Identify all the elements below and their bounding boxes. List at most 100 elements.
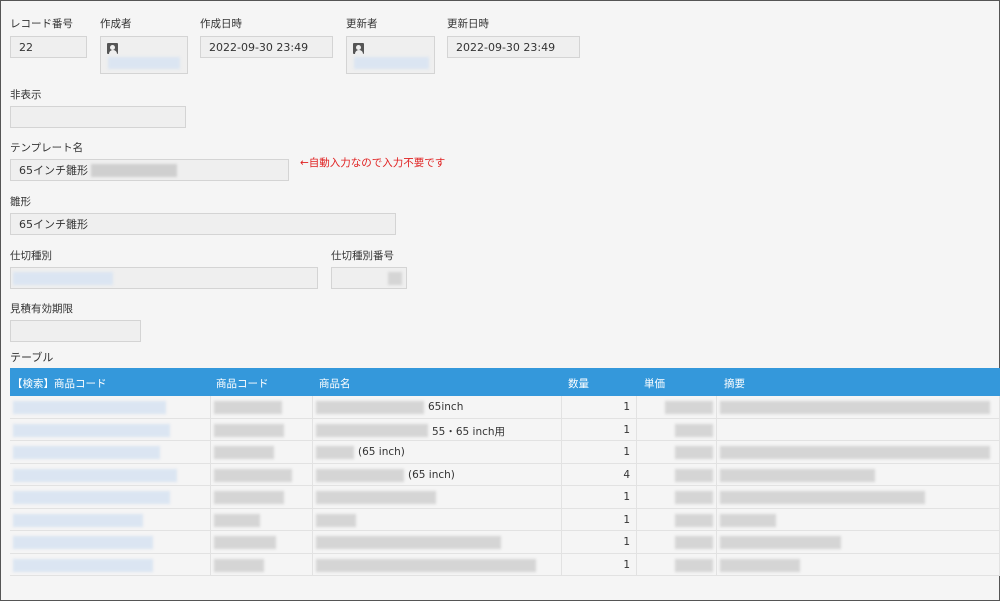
user-icon xyxy=(353,43,364,54)
updated-at-field: 2022-09-30 23:49 xyxy=(447,36,580,58)
created-at-label: 作成日時 xyxy=(200,18,242,30)
header-search-code: 【検索】商品コード xyxy=(12,378,107,390)
product-name-redacted xyxy=(316,446,354,459)
product-name-redacted xyxy=(316,513,356,527)
unit-price-redacted xyxy=(675,423,713,437)
product-name-text: 65inch xyxy=(428,401,464,413)
quantity-value: 1 xyxy=(623,491,630,503)
header-unit-price: 単価 xyxy=(644,378,665,390)
unit-price-redacted xyxy=(675,446,713,459)
updater-name-redacted[interactable] xyxy=(354,57,429,69)
header-quantity: 数量 xyxy=(568,378,589,390)
table-row: 55・65 inch用 1 xyxy=(10,418,1000,441)
unit-price-redacted xyxy=(675,491,713,504)
table-cell xyxy=(717,418,1000,441)
hinagata-field: 65インチ雛形 xyxy=(10,213,396,235)
search-code-redacted[interactable] xyxy=(13,446,160,459)
table-row: (65 inch) 4 xyxy=(10,463,1000,486)
product-code-redacted xyxy=(214,558,264,572)
shikiri-number-redacted xyxy=(388,272,402,285)
table-row: 1 xyxy=(10,486,1000,509)
template-name-label: テンプレート名 xyxy=(10,142,84,154)
search-code-redacted[interactable] xyxy=(13,513,143,527)
expiry-field xyxy=(10,320,141,342)
summary-redacted xyxy=(720,536,841,549)
table-row: 65inch 1 xyxy=(10,396,1000,419)
header-summary: 摘要 xyxy=(724,378,745,390)
quantity-value: 1 xyxy=(623,401,630,413)
product-name-redacted xyxy=(316,423,428,437)
shikiri-value-redacted xyxy=(13,272,113,285)
shikiri-number-field xyxy=(331,267,407,289)
template-name-value: 65インチ雛形 xyxy=(19,164,88,177)
summary-redacted xyxy=(720,401,990,414)
product-code-redacted xyxy=(214,468,292,482)
product-name-redacted xyxy=(316,536,501,549)
record-number-label: レコード番号 xyxy=(10,18,73,30)
record-number-field: 22 xyxy=(10,36,87,58)
table-row: 1 xyxy=(10,508,1000,531)
product-name-redacted xyxy=(316,558,536,572)
updater-field xyxy=(346,36,435,74)
creator-field xyxy=(100,36,188,74)
summary-redacted xyxy=(720,558,800,572)
search-code-redacted[interactable] xyxy=(13,491,170,504)
product-code-redacted xyxy=(214,536,276,549)
hinagata-label: 雛形 xyxy=(10,196,31,208)
product-name-redacted xyxy=(316,491,436,504)
product-name-redacted xyxy=(316,401,424,414)
unit-price-redacted xyxy=(675,536,713,549)
table-body: 65inch 1 55・65 inch用 1 (65 inch) 1 (65 inch) 4 1… xyxy=(10,396,1000,576)
table-header: 【検索】商品コード 商品コード 商品名 数量 単価 摘要 xyxy=(10,368,1000,396)
creator-name-redacted[interactable] xyxy=(108,57,180,69)
quantity-value: 1 xyxy=(623,558,630,571)
product-code-redacted xyxy=(214,423,284,437)
table-row: (65 inch) 1 xyxy=(10,441,1000,464)
table-label: テーブル xyxy=(10,351,54,364)
template-name-redacted xyxy=(91,164,177,177)
search-code-redacted[interactable] xyxy=(13,401,166,414)
table-row: 1 xyxy=(10,531,1000,554)
search-code-redacted[interactable] xyxy=(13,468,177,482)
user-icon xyxy=(107,43,118,54)
shikiri-number-label: 仕切種別番号 xyxy=(331,250,394,262)
search-code-redacted[interactable] xyxy=(13,558,153,572)
created-at-field: 2022-09-30 23:49 xyxy=(200,36,333,58)
header-product-code: 商品コード xyxy=(216,378,269,390)
hidden-field xyxy=(10,106,186,128)
updated-at-label: 更新日時 xyxy=(447,18,489,30)
summary-redacted xyxy=(720,513,776,527)
search-code-redacted[interactable] xyxy=(13,423,170,437)
product-code-redacted xyxy=(214,491,284,504)
product-code-redacted xyxy=(214,401,282,414)
summary-redacted xyxy=(720,491,925,504)
updater-label: 更新者 xyxy=(346,18,378,30)
quantity-value: 1 xyxy=(623,423,630,436)
quantity-value: 1 xyxy=(623,446,630,458)
summary-redacted xyxy=(720,468,875,482)
product-name-text: (65 inch) xyxy=(358,446,405,458)
product-name-text: 55・65 inch用 xyxy=(432,425,506,438)
product-name-text: (65 inch) xyxy=(408,468,455,481)
unit-price-redacted xyxy=(665,401,713,414)
product-code-redacted xyxy=(214,513,260,527)
unit-price-redacted xyxy=(675,558,713,572)
quantity-value: 4 xyxy=(623,468,630,481)
product-code-redacted xyxy=(214,446,274,459)
table-row: 1 xyxy=(10,553,1000,576)
summary-redacted xyxy=(720,446,990,459)
expiry-label: 見積有効期限 xyxy=(10,303,73,315)
quantity-value: 1 xyxy=(623,513,630,526)
unit-price-redacted xyxy=(675,468,713,482)
search-code-redacted[interactable] xyxy=(13,536,153,549)
creator-label: 作成者 xyxy=(100,18,132,30)
quantity-value: 1 xyxy=(623,536,630,548)
items-table: 【検索】商品コード 商品コード 商品名 数量 単価 摘要 65inch 1 55・6… xyxy=(10,368,1000,576)
header-product-name: 商品名 xyxy=(319,378,351,390)
shikiri-label: 仕切種別 xyxy=(10,250,52,262)
unit-price-redacted xyxy=(675,513,713,527)
product-name-redacted xyxy=(316,468,404,482)
hidden-label: 非表示 xyxy=(10,89,42,101)
shikiri-field xyxy=(10,267,318,289)
template-note: ←自動入力なので入力不要です xyxy=(300,157,446,169)
